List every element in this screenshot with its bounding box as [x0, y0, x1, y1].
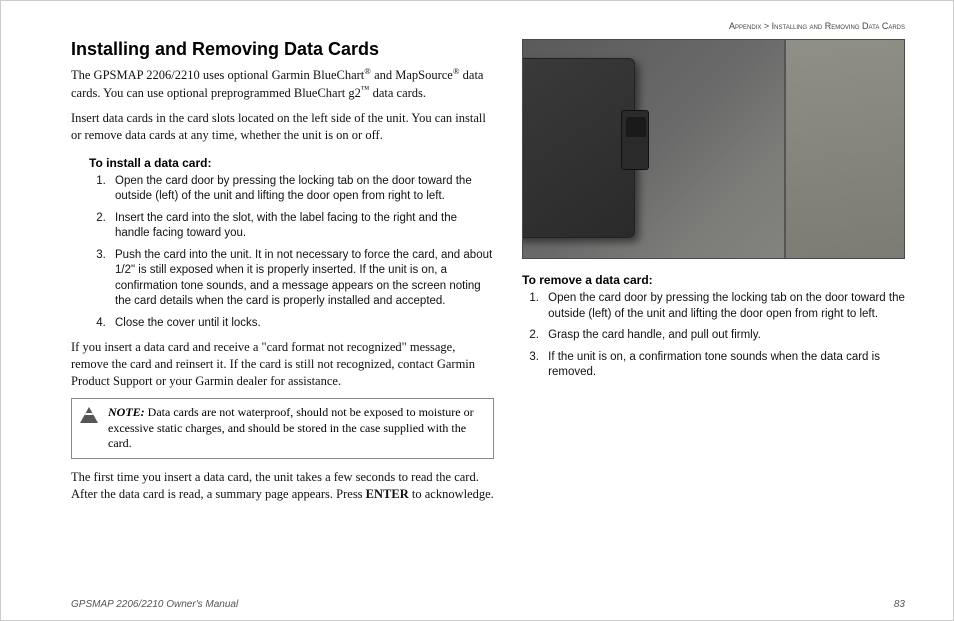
not-recognized-paragraph: If you insert a data card and receive a … — [71, 339, 494, 390]
first-time-paragraph: The first time you insert a data card, t… — [71, 469, 494, 503]
right-column: To remove a data card: Open the card doo… — [522, 39, 905, 593]
footer-page-number: 83 — [894, 599, 905, 610]
note-text: NOTE: Data cards are not waterproof, sho… — [108, 405, 485, 452]
page-title: Installing and Removing Data Cards — [71, 39, 494, 60]
breadcrumb-section: Appendix — [729, 21, 761, 31]
breadcrumb-topic: Installing and Removing Data Cards — [772, 21, 905, 31]
install-steps-list: Open the card door by pressing the locki… — [109, 174, 494, 332]
left-column: Installing and Removing Data Cards The G… — [71, 39, 494, 593]
list-item: Open the card door by pressing the locki… — [542, 291, 905, 322]
list-item: Close the cover until it locks. — [109, 316, 494, 332]
page-footer: GPSMAP 2206/2210 Owner's Manual 83 — [71, 593, 905, 610]
list-item: Open the card door by pressing the locki… — [109, 174, 494, 205]
remove-steps-list: Open the card door by pressing the locki… — [542, 291, 905, 381]
header-breadcrumb: Appendix > Installing and Removing Data … — [71, 21, 905, 31]
note-callout: NOTE: Data cards are not waterproof, sho… — [71, 398, 494, 459]
list-item: Push the card into the unit. It in not n… — [109, 248, 494, 310]
intro-paragraph-1: The GPSMAP 2206/2210 uses optional Garmi… — [71, 66, 494, 102]
list-item: If the unit is on, a confirmation tone s… — [542, 350, 905, 381]
footer-manual-title: GPSMAP 2206/2210 Owner's Manual — [71, 599, 238, 610]
install-heading: To install a data card: — [89, 156, 494, 170]
intro-paragraph-2: Insert data cards in the card slots loca… — [71, 110, 494, 144]
warning-icon — [80, 407, 98, 423]
enter-key-label: ENTER — [366, 487, 409, 501]
list-item: Insert the card into the slot, with the … — [109, 211, 494, 242]
content-columns: Installing and Removing Data Cards The G… — [71, 39, 905, 593]
remove-heading: To remove a data card: — [522, 273, 905, 287]
list-item: Grasp the card handle, and pull out firm… — [542, 328, 905, 344]
device-card-slot-figure — [522, 39, 905, 259]
manual-page: Appendix > Installing and Removing Data … — [1, 1, 953, 620]
